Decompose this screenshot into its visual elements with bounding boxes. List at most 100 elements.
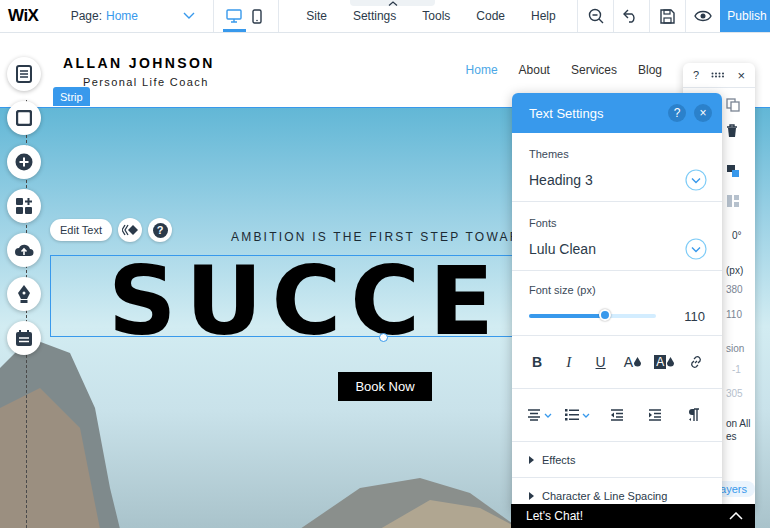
- side-panel-value: 305: [726, 388, 743, 400]
- left-tool-button[interactable]: [7, 57, 41, 91]
- drag-handle-icon[interactable]: [711, 72, 725, 78]
- font-size-label: Font size (px): [529, 283, 707, 297]
- format-button[interactable]: B: [524, 354, 550, 370]
- expand-arrow-icon: [529, 456, 534, 464]
- strip-label: Strip: [53, 87, 90, 106]
- dropdown-arrow-icon: [685, 238, 707, 260]
- panel-help-button[interactable]: ?: [668, 104, 686, 122]
- expand-arrow-icon: [529, 492, 534, 500]
- side-panel-value: on All: [726, 418, 750, 430]
- themes-label: Themes: [529, 147, 707, 161]
- pages-icon: [16, 65, 32, 83]
- section-label: Effects: [542, 454, 575, 466]
- save-icon: [660, 9, 675, 24]
- side-close-button[interactable]: ×: [737, 68, 745, 83]
- left-tool-button[interactable]: [7, 101, 41, 135]
- zoom-button[interactable]: [577, 0, 613, 32]
- copy-icon[interactable]: [726, 98, 740, 112]
- font-size-slider[interactable]: [529, 314, 656, 318]
- page-name: Home: [106, 9, 138, 23]
- trash-icon[interactable]: [726, 124, 738, 138]
- side-panel-value: es: [726, 431, 737, 443]
- view-button[interactable]: [223, 0, 246, 32]
- side-panel-value: -1: [732, 364, 741, 376]
- font-size-section: Font size (px) 110: [512, 271, 722, 336]
- publish-button[interactable]: Publish: [720, 0, 770, 32]
- menu-item[interactable]: Site: [306, 9, 327, 23]
- side-panel-value: sion: [726, 343, 744, 355]
- link-icon: [688, 354, 704, 370]
- slider-knob[interactable]: [599, 309, 611, 321]
- font-size-value[interactable]: 110: [684, 309, 705, 324]
- resize-handle[interactable]: [379, 333, 388, 342]
- fonts-section: FontsLulu Clean: [512, 202, 722, 271]
- panel-close-button[interactable]: ×: [694, 104, 712, 122]
- pen-nib-icon: [17, 284, 31, 304]
- text-color-glyph: A: [624, 354, 633, 370]
- view-button[interactable]: [246, 0, 269, 32]
- hero-title[interactable]: SUCCE: [108, 254, 503, 349]
- menu-item[interactable]: Tools: [422, 9, 450, 23]
- format-button[interactable]: U: [588, 354, 614, 370]
- bullet-list-icon: [565, 409, 579, 421]
- hero-subtitle[interactable]: AMBITION IS THE FIRST STEP TOWAR: [231, 229, 521, 245]
- arrange-icon[interactable]: [726, 164, 740, 178]
- site-name: ALLAN JOHNSON: [63, 55, 215, 71]
- paragraph-button[interactable]: [679, 408, 709, 422]
- panel-header: Text Settings?×: [512, 93, 722, 133]
- outdent-icon: [610, 409, 624, 421]
- paragraph-button[interactable]: [602, 409, 632, 421]
- animation-button[interactable]: [118, 218, 142, 242]
- left-tool-button[interactable]: [7, 277, 41, 311]
- text-direction-icon: [688, 408, 700, 422]
- bookings-icon: [15, 329, 33, 347]
- chevron-down-icon: [544, 413, 552, 418]
- format-button[interactable]: A: [651, 355, 677, 369]
- nav-item[interactable]: Home: [466, 63, 498, 107]
- dropdown-arrow-icon: [685, 169, 707, 191]
- slider-fill: [529, 314, 605, 318]
- paragraph-button[interactable]: [640, 409, 670, 421]
- layout-icon[interactable]: [726, 194, 740, 208]
- left-tool-button[interactable]: [7, 189, 41, 223]
- format-button[interactable]: A: [619, 354, 645, 370]
- left-tool-button[interactable]: [7, 233, 41, 267]
- left-tool-button[interactable]: [7, 145, 41, 179]
- page-selector[interactable]: Page:Home: [55, 0, 214, 32]
- wix-logo[interactable]: WiX: [0, 0, 55, 32]
- collapse-tab[interactable]: [350, 0, 435, 6]
- help-button[interactable]: ?: [148, 218, 172, 242]
- collapsible-section[interactable]: Effects: [512, 442, 722, 478]
- undo-button[interactable]: [613, 0, 649, 32]
- paragraph-button[interactable]: [524, 409, 554, 421]
- menu-item[interactable]: Help: [531, 9, 556, 23]
- format-button[interactable]: [683, 354, 709, 370]
- fonts-dropdown[interactable]: Lulu Clean: [529, 237, 707, 261]
- preview-button[interactable]: [685, 0, 721, 32]
- menu-item[interactable]: Code: [476, 9, 505, 23]
- help-glyph: ?: [153, 223, 168, 238]
- text-settings-panel: Text Settings?×ThemesHeading 3FontsLulu …: [512, 93, 722, 513]
- font-size-row: 110: [529, 306, 707, 326]
- background-icon: [16, 110, 32, 126]
- menu-item[interactable]: Settings: [353, 9, 396, 23]
- book-now-button[interactable]: Book Now: [338, 372, 432, 401]
- format-button[interactable]: I: [556, 354, 582, 371]
- fonts-value: Lulu Clean: [529, 241, 596, 257]
- left-tool-button[interactable]: [7, 321, 41, 355]
- side-panel-header: ?×: [683, 63, 755, 88]
- edit-text-button[interactable]: Edit Text: [50, 219, 112, 241]
- side-panel-value: 380: [726, 284, 743, 296]
- side-help-button[interactable]: ?: [693, 69, 699, 81]
- paragraph-button[interactable]: [563, 409, 593, 421]
- chevron-down-icon: [183, 12, 195, 20]
- chat-label: Let's Chat!: [526, 509, 583, 523]
- themes-dropdown[interactable]: Heading 3: [529, 168, 707, 192]
- format-row: BI U A A: [512, 336, 722, 389]
- drop-icon: [667, 357, 674, 367]
- format-glyph: U: [596, 354, 606, 370]
- format-glyph: I: [566, 354, 571, 371]
- side-panel-value: (px): [726, 265, 743, 277]
- chat-bar[interactable]: Let's Chat!: [511, 504, 755, 528]
- save-button[interactable]: [649, 0, 685, 32]
